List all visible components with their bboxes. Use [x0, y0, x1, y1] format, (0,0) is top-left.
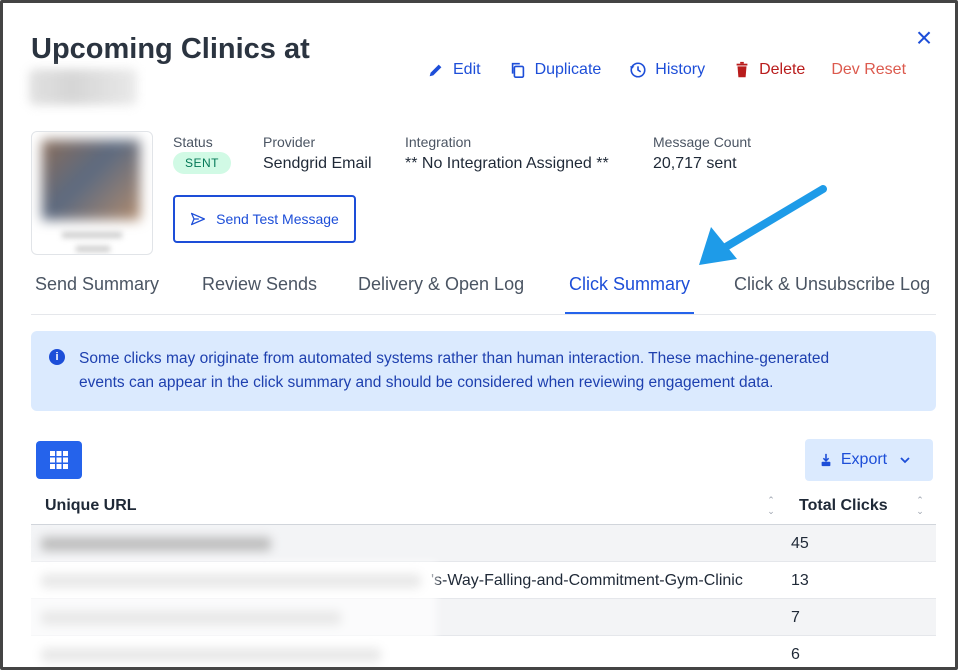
message-count-label: Message Count — [653, 134, 752, 150]
clicks-cell: 7 — [791, 609, 800, 626]
send-test-message-label: Send Test Message — [216, 211, 339, 227]
copy-icon — [511, 62, 524, 79]
table-header: Unique URL ⌃ ⌄ Total Clicks ⌃ ⌄ — [31, 487, 936, 525]
dev-reset-button[interactable]: Dev Reset — [831, 61, 906, 79]
action-bar: Edit Duplicate History Delete Dev Reset — [427, 61, 906, 79]
history-icon — [630, 62, 646, 78]
export-label: Export — [840, 451, 888, 468]
duplicate-button[interactable]: Duplicate — [509, 61, 602, 79]
chevron-down-icon — [900, 457, 910, 464]
integration-value: ** No Integration Assigned ** — [405, 155, 609, 172]
tab-review-sends[interactable]: Review Sends — [202, 265, 317, 314]
history-label: History — [655, 61, 706, 78]
notice-line-2: events can appear in the click summary a… — [79, 374, 774, 391]
page-title: Upcoming Clinics at — [31, 33, 310, 65]
tab-send-summary[interactable]: Send Summary — [35, 265, 159, 314]
export-button[interactable]: Export — [805, 439, 933, 481]
message-count-value: 20,717 sent — [653, 155, 737, 172]
redacted-subtitle — [29, 69, 137, 105]
clicks-cell: 45 — [791, 535, 809, 552]
tab-click-summary[interactable]: Click Summary — [565, 265, 695, 314]
close-icon[interactable]: × — [909, 23, 939, 53]
modal-dialog: Upcoming Clinics at × Edit Duplicate His… — [0, 0, 958, 670]
delete-button[interactable]: Delete — [733, 61, 805, 79]
edit-button[interactable]: Edit — [427, 61, 481, 79]
sort-icon[interactable]: ⌃ ⌄ — [765, 495, 777, 517]
info-notice: i Some clicks may originate from automat… — [31, 331, 936, 411]
trash-icon — [736, 61, 748, 78]
message-thumbnail — [31, 131, 153, 255]
duplicate-label: Duplicate — [534, 61, 602, 78]
status-badge: SENT — [173, 152, 232, 174]
delete-label: Delete — [759, 61, 806, 78]
table-row[interactable]: 45 — [31, 525, 936, 562]
provider-label: Provider — [263, 134, 316, 150]
redacted-url — [41, 537, 271, 551]
download-icon — [821, 453, 831, 467]
url-cell: 's-Way-Falling-and-Commitment-Gym-Clinic — [431, 572, 743, 589]
provider-value: Sendgrid Email — [263, 155, 372, 172]
grid-icon — [50, 451, 68, 469]
column-header-total-clicks[interactable]: Total Clicks — [799, 497, 888, 515]
status-label: Status — [173, 134, 213, 150]
redaction-overlay — [11, 561, 437, 667]
pencil-icon — [429, 64, 442, 77]
send-test-message-button[interactable]: Send Test Message — [173, 195, 356, 243]
column-header-unique-url[interactable]: Unique URL — [45, 497, 137, 515]
history-button[interactable]: History — [629, 61, 705, 79]
sort-icon[interactable]: ⌃ ⌄ — [914, 495, 926, 517]
send-icon — [191, 212, 206, 226]
tab-delivery-open-log[interactable]: Delivery & Open Log — [358, 265, 524, 314]
info-icon: i — [49, 349, 65, 365]
integration-label: Integration — [405, 134, 472, 150]
column-chooser-button[interactable] — [36, 441, 82, 479]
clicks-cell: 6 — [791, 646, 800, 663]
annotation-arrow-icon — [699, 185, 827, 265]
notice-line-1: Some clicks may originate from automated… — [79, 350, 830, 367]
clicks-cell: 13 — [791, 572, 809, 589]
edit-label: Edit — [453, 61, 481, 78]
